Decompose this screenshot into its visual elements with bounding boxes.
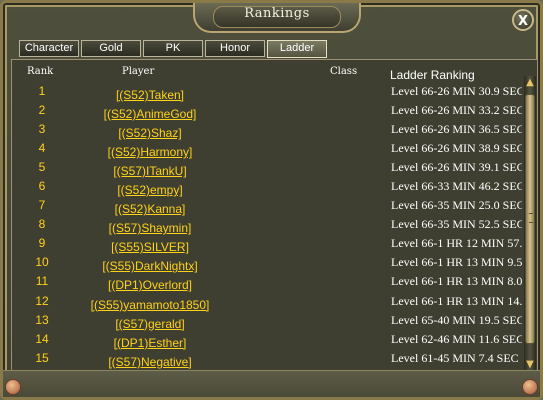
ladder-ranking-cell: Level 66-35 MIN 25.0 SEC [391,198,522,213]
rank-cell: 3 [38,122,46,137]
rank-cell: 14 [35,331,49,346]
rank-cell: 8 [38,217,46,232]
table-row: 2 [(S52)AnimeGod] Level 66-26 MIN 33.2 SEC [12,100,522,121]
rankings-window: Rankings X Character Gold PK Honor Ladde… [0,0,543,400]
tab-bar: Character Gold PK Honor Ladder [19,40,329,58]
rank-cell: 10 [35,255,49,270]
table-row: 4 [(S52)Harmony] Level 66-26 MIN 38.9 SEC [12,138,522,159]
table-row: 1 [(S52)Taken] Level 66-26 MIN 30.9 SEC [12,81,522,102]
grip-icon [529,213,533,223]
flower-ornament-icon [522,379,538,395]
rank-cell: 7 [38,198,46,213]
table-row: 7 [(S52)Kanna] Level 66-35 MIN 25.0 SEC [12,195,522,216]
tab-gold[interactable]: Gold [81,40,141,57]
table-row: 14 [(DP1)Esther] Level 62-46 MIN 11.6 SEC [12,329,522,350]
table-row: 11 [(DP1)Overlord] Level 66-1 HR 13 MIN 8.… [12,271,522,292]
table-row: 13 [(S57)gerald] Level 65-40 MIN 19.5 SEC [12,310,522,331]
ladder-ranking-cell: Level 66-1 HR 13 MIN 9.5 [391,255,522,270]
ladder-ranking-cell: Level 65-40 MIN 19.5 SEC [391,312,522,327]
rankings-panel: Rank Player Class Ladder Ranking 1 [(S52)… [11,59,538,375]
rank-cell: 1 [38,84,46,98]
ladder-ranking-cell: Level 66-1 HR 12 MIN 57. [391,236,522,251]
table-row: 12 [(S55)yamamoto1850] Level 66-1 HR 13 MI… [12,291,522,312]
table-row: 3 [(S52)Shaz] Level 66-26 MIN 36.5 SEC [12,119,522,140]
scrollbar[interactable]: ▲ ▼ [524,76,536,372]
table-row: 8 [(S57)Shaymin] Level 66-35 MIN 52.5 SEC [12,214,522,235]
title-plate: Rankings [193,3,361,33]
ladder-ranking-cell: Level 66-26 MIN 33.2 SEC [391,103,522,118]
header-player: Player [122,66,155,77]
window-title: Rankings [244,6,310,21]
scroll-up-icon[interactable]: ▲ [524,76,536,90]
table-row: 9 [(S55)SILVER] Level 66-1 HR 12 MIN 57. [12,233,522,254]
close-icon[interactable]: X [512,9,534,31]
rank-cell: 9 [38,236,46,251]
table-row: 5 [(S57)ITankU] Level 66-26 MIN 39.1 SEC [12,157,522,178]
tab-honor[interactable]: Honor [205,40,265,57]
tab-ladder[interactable]: Ladder [267,40,327,58]
ladder-ranking-cell: Level 66-35 MIN 52.5 SEC [391,217,522,232]
ladder-ranking-cell: Level 66-26 MIN 30.9 SEC [391,84,522,98]
ranking-list: 1 [(S52)Taken] Level 66-26 MIN 30.9 SEC 2[(… [12,81,522,374]
ladder-ranking-cell: Level 66-26 MIN 38.9 SEC [391,141,522,156]
ladder-ranking-cell: Level 66-1 HR 13 MIN 14. [391,293,522,308]
rank-cell: 13 [35,312,49,327]
bottom-border [3,370,540,397]
header-class: Class [330,66,358,77]
header-ladder-ranking: Ladder Ranking [390,68,475,82]
ladder-ranking-cell: Level 66-33 MIN 46.2 SEC [391,179,522,194]
rank-cell: 4 [38,141,46,156]
ladder-ranking-cell: Level 61-45 MIN 7.4 SEC [391,350,519,365]
ladder-ranking-cell: Level 62-46 MIN 11.6 SEC [391,331,522,346]
scroll-thumb[interactable] [525,94,535,344]
table-row: 15 [(S57)Negative] Level 61-45 MIN 7.4 SEC [12,348,522,369]
ladder-ranking-cell: Level 66-1 HR 13 MIN 8.0 [391,274,522,289]
ladder-ranking-cell: Level 66-26 MIN 36.5 SEC [391,122,522,137]
rank-cell: 15 [35,350,49,365]
rank-cell: 11 [35,274,49,289]
rank-cell: 5 [38,160,46,175]
table-row: 10 [(S55)DarkNightx] Level 66-1 HR 13 MIN … [12,252,522,273]
header-rank: Rank [27,66,54,77]
tab-pk[interactable]: PK [143,40,203,57]
rank-cell: 2 [38,103,46,118]
tab-character[interactable]: Character [19,40,79,57]
rank-cell: 6 [38,179,46,194]
table-row: 6 [(S52)empy] Level 66-33 MIN 46.2 SEC [12,176,522,197]
rank-cell: 12 [35,293,49,308]
flower-ornament-icon [5,379,21,395]
ladder-ranking-cell: Level 66-26 MIN 39.1 SEC [391,160,522,175]
